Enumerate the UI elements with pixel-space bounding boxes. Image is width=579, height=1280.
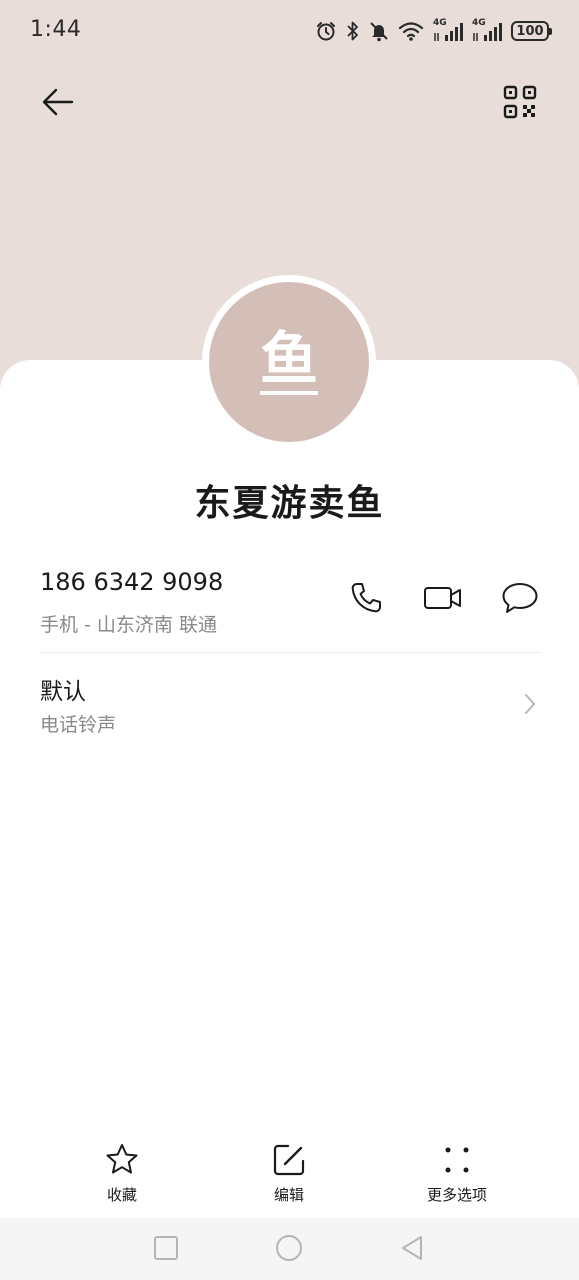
- back-button[interactable]: [36, 82, 80, 126]
- edit-icon: [269, 1140, 309, 1180]
- divider: [40, 652, 541, 653]
- qr-code-button[interactable]: [498, 82, 542, 126]
- edit-button[interactable]: 编辑: [229, 1140, 349, 1210]
- recents-icon: [153, 1235, 179, 1265]
- mute-icon: [369, 20, 389, 42]
- video-call-button[interactable]: [423, 580, 463, 620]
- home-icon: [275, 1234, 303, 1266]
- signal-icon: 4G: [472, 18, 502, 42]
- system-nav-bar: [0, 1218, 579, 1280]
- recents-button[interactable]: [150, 1234, 182, 1266]
- battery-level: 100: [516, 23, 544, 39]
- star-icon: [102, 1140, 142, 1180]
- battery-icon: 100: [511, 21, 552, 41]
- nav-back-button[interactable]: [396, 1234, 428, 1266]
- message-button[interactable]: [500, 580, 540, 620]
- ringtone-row[interactable]: 默认 电话铃声: [0, 664, 579, 744]
- wifi-icon: [398, 20, 424, 42]
- phone-icon: [349, 581, 383, 619]
- more-options-label: 更多选项: [426, 1186, 487, 1204]
- bottom-action-bar: 收藏 编辑 更多选项: [0, 1130, 579, 1218]
- back-icon: [399, 1234, 425, 1266]
- phone-number: 186 6342 9098: [40, 568, 224, 596]
- home-button[interactable]: [273, 1234, 305, 1266]
- arrow-left-icon: [40, 84, 76, 124]
- message-icon: [501, 581, 539, 619]
- status-bar: 1:44 4G 4G 100: [0, 0, 579, 62]
- phone-row[interactable]: 186 6342 9098 手机 - 山东济南 联通: [0, 560, 579, 650]
- more-options-button[interactable]: 更多选项: [397, 1140, 517, 1210]
- qr-code-icon: [503, 85, 537, 123]
- more-icon: [437, 1140, 477, 1180]
- edit-label: 编辑: [273, 1186, 304, 1204]
- favorite-button[interactable]: 收藏: [62, 1140, 182, 1210]
- phone-detail: 手机 - 山东济南 联通: [40, 614, 217, 636]
- avatar[interactable]: 鱼: [209, 282, 369, 442]
- chevron-right-icon: [520, 690, 540, 718]
- ringtone-label: 电话铃声: [40, 714, 117, 736]
- bluetooth-icon: [346, 20, 360, 42]
- call-button[interactable]: [346, 580, 386, 620]
- signal-icon: 4G: [433, 18, 463, 42]
- ringtone-value: 默认: [40, 679, 86, 705]
- status-time: 1:44: [30, 17, 82, 42]
- video-icon: [423, 583, 463, 617]
- favorite-label: 收藏: [106, 1186, 137, 1204]
- contact-name: 东夏游卖鱼: [194, 483, 385, 524]
- alarm-icon: [315, 20, 337, 42]
- status-icons: 4G 4G 100: [315, 18, 552, 44]
- avatar-initial: 鱼: [259, 324, 318, 395]
